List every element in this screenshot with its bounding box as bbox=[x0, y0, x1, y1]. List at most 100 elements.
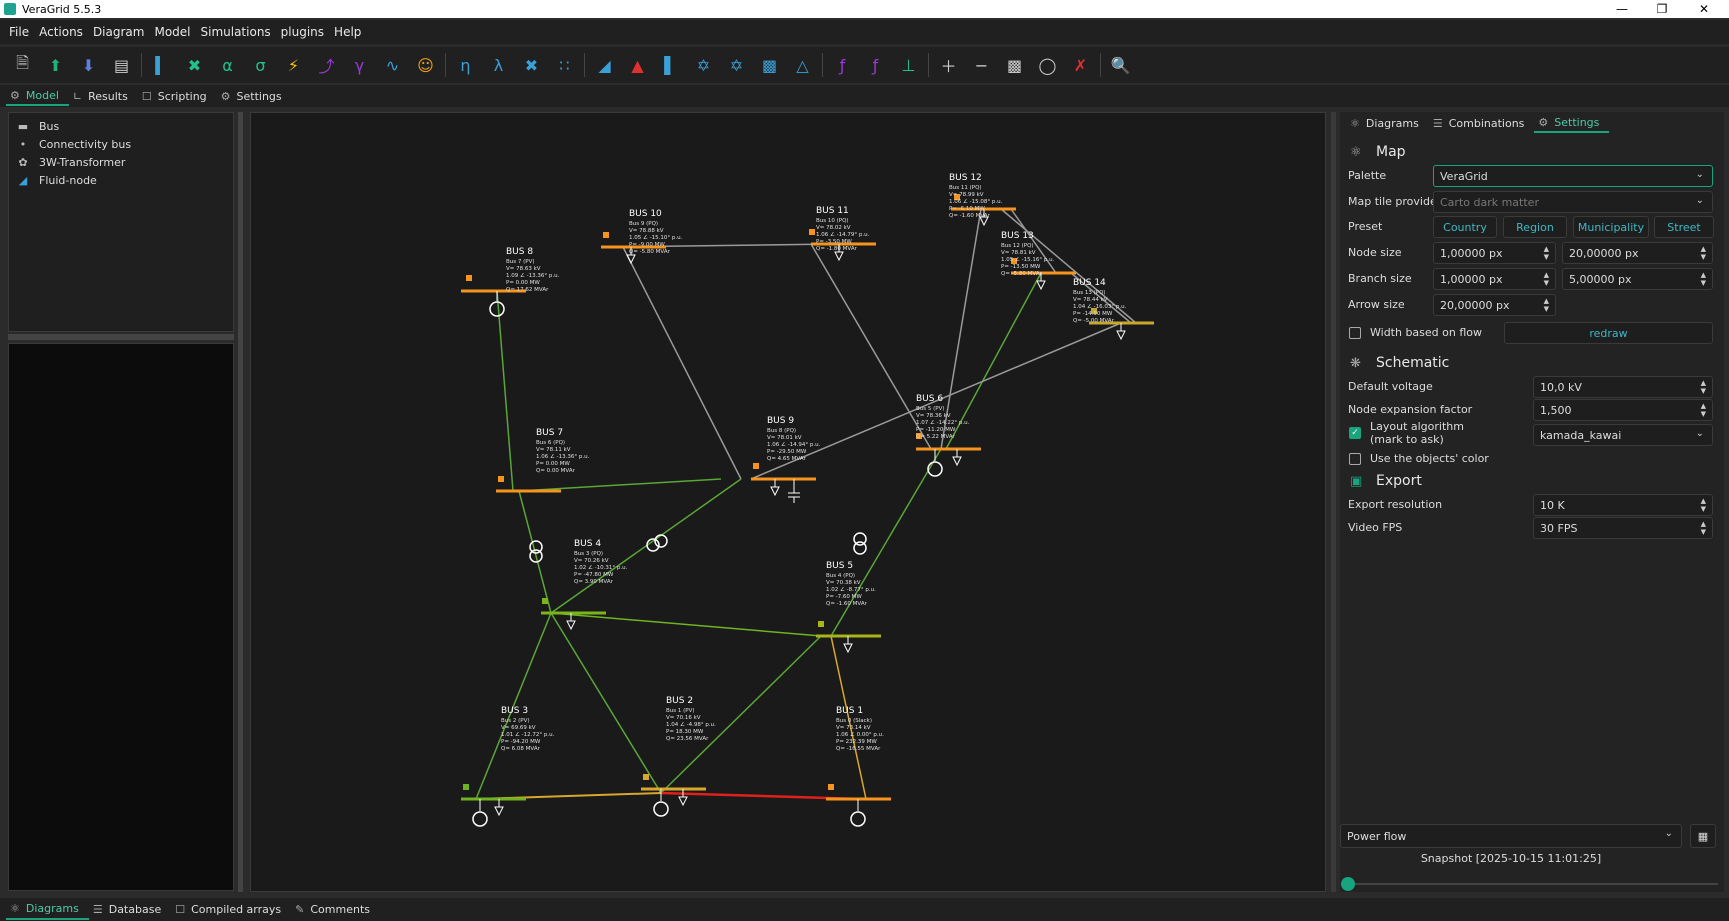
user-icon[interactable]: ☺ bbox=[409, 50, 442, 80]
bus-handle[interactable] bbox=[818, 621, 824, 627]
generator-icon[interactable] bbox=[927, 449, 943, 477]
vertical-splitter[interactable] bbox=[1331, 112, 1336, 892]
menu-plugins[interactable]: plugins bbox=[276, 25, 329, 39]
search-diagram-icon[interactable]: 🔍 bbox=[1104, 50, 1137, 80]
stats-icon[interactable]: ▩ bbox=[753, 50, 786, 80]
spin-arrows-icon[interactable]: ▲ ▼ bbox=[1701, 497, 1706, 513]
line-4-2[interactable] bbox=[550, 612, 662, 794]
tile-provider-select[interactable]: Carto dark matter ⌄ bbox=[1433, 191, 1713, 213]
layout-algorithm-checkbox[interactable]: ✓ bbox=[1349, 427, 1361, 439]
spin-arrows-icon[interactable]: ▲ ▼ bbox=[1544, 297, 1549, 313]
script-step-icon[interactable]: ƒ bbox=[859, 50, 892, 80]
alpha-icon[interactable]: α bbox=[211, 50, 244, 80]
select-region-icon[interactable]: ◯ bbox=[1031, 50, 1064, 80]
node-size-min-spinbox[interactable]: 1,00000 px ▲ ▼ bbox=[1433, 242, 1556, 264]
preset-street-button[interactable]: Street bbox=[1654, 216, 1714, 238]
minimize-button[interactable]: — bbox=[1602, 0, 1642, 18]
preset-municipality-button[interactable]: Municipality bbox=[1573, 216, 1649, 238]
snapshot-toggle-button[interactable]: ▦ bbox=[1690, 824, 1716, 848]
tab-comments[interactable]: ✎ Comments bbox=[291, 900, 380, 920]
branch-size-max-spinbox[interactable]: 5,00000 px ▲ ▼ bbox=[1562, 268, 1713, 290]
short-circuit-icon[interactable]: ✖ bbox=[178, 50, 211, 80]
line-11-6[interactable] bbox=[810, 243, 932, 450]
tab-database[interactable]: ☰ Database bbox=[89, 900, 171, 920]
node-expansion-spinbox[interactable]: 1,500 ▲ ▼ bbox=[1533, 399, 1713, 421]
bus-handle[interactable] bbox=[542, 598, 548, 604]
script-run-icon[interactable]: ƒ bbox=[826, 50, 859, 80]
tab-scripting[interactable]: ☐ Scripting bbox=[138, 86, 217, 106]
load-arrow-icon[interactable] bbox=[494, 799, 504, 817]
topology-icon[interactable]: ✡ bbox=[687, 50, 720, 80]
diagram-canvas[interactable]: BUS 1 Bus 0 (Slack) V= 73.14 kV 1.06 ∠ 0.00… bbox=[250, 112, 1326, 892]
bus-handle[interactable] bbox=[809, 229, 815, 235]
trafo-6-5[interactable] bbox=[830, 448, 942, 637]
spin-arrows-icon[interactable]: ▲ ▼ bbox=[1701, 245, 1706, 261]
sigma-icon[interactable]: σ bbox=[244, 50, 277, 80]
time-slider-handle[interactable] bbox=[1341, 877, 1355, 891]
spin-arrows-icon[interactable]: ▲ ▼ bbox=[1701, 379, 1706, 395]
line-7-9[interactable] bbox=[518, 478, 722, 492]
node-size-max-spinbox[interactable]: 20,00000 px ▲ ▼ bbox=[1562, 242, 1713, 264]
branch-size-min-spinbox[interactable]: 1,00000 px ▲ ▼ bbox=[1433, 268, 1556, 290]
load-arrow-icon[interactable] bbox=[770, 479, 780, 497]
transformer-icon[interactable] bbox=[529, 540, 543, 563]
time-slider-track[interactable] bbox=[1348, 883, 1718, 885]
vertical-splitter[interactable] bbox=[238, 112, 243, 892]
grid-network-icon[interactable]: ∷ bbox=[548, 50, 581, 80]
arrow-size-spinbox[interactable]: 20,00000 px ▲ ▼ bbox=[1433, 294, 1556, 316]
area-chart-icon[interactable]: △ bbox=[786, 50, 819, 80]
bus-handle[interactable] bbox=[498, 476, 504, 482]
zoom-in-icon[interactable]: ＋ bbox=[932, 50, 965, 80]
fit-view-icon[interactable]: ▩ bbox=[998, 50, 1031, 80]
preset-country-button[interactable]: Country bbox=[1433, 216, 1497, 238]
load-arrow-icon[interactable] bbox=[843, 636, 853, 654]
bus-handle[interactable] bbox=[828, 784, 834, 790]
spin-arrows-icon[interactable]: ▲ ▼ bbox=[1701, 402, 1706, 418]
menu-actions[interactable]: Actions bbox=[34, 25, 88, 39]
library-item-fluid-node[interactable]: ◢ Fluid-node bbox=[9, 171, 233, 189]
menu-help[interactable]: Help bbox=[329, 25, 366, 39]
video-fps-spinbox[interactable]: 30 FPS ▲ ▼ bbox=[1533, 517, 1713, 539]
spin-arrows-icon[interactable]: ▲ ▼ bbox=[1701, 271, 1706, 287]
menu-model[interactable]: Model bbox=[149, 25, 195, 39]
width-based-on-flow-checkbox[interactable] bbox=[1349, 327, 1361, 339]
menu-diagram[interactable]: Diagram bbox=[88, 25, 150, 39]
bars-icon[interactable]: ▌ bbox=[654, 50, 687, 80]
preset-region-button[interactable]: Region bbox=[1503, 216, 1567, 238]
menu-simulations[interactable]: Simulations bbox=[196, 25, 276, 39]
tab-model[interactable]: ⚙ Model bbox=[6, 86, 69, 106]
eta-icon[interactable]: η bbox=[449, 50, 482, 80]
library-item-bus[interactable]: ▬ Bus bbox=[9, 117, 233, 135]
load-arrow-icon[interactable] bbox=[952, 449, 962, 467]
tab-diagrams[interactable]: ⚛ Diagrams bbox=[1346, 113, 1429, 133]
load-arrow-icon[interactable] bbox=[1116, 323, 1126, 341]
bus-handle[interactable] bbox=[603, 232, 609, 238]
save-download-icon[interactable]: ⬇ bbox=[72, 50, 105, 80]
transformer-icon[interactable] bbox=[853, 532, 867, 555]
line-chart-icon[interactable]: ◢ bbox=[588, 50, 621, 80]
layout-algorithm-select[interactable]: kamada_kawai ⌄ bbox=[1533, 424, 1713, 446]
line-4-5[interactable] bbox=[550, 612, 822, 637]
library-item-3w-transformer[interactable]: ✿ 3W-Transformer bbox=[9, 153, 233, 171]
open-upload-icon[interactable]: ⬆ bbox=[39, 50, 72, 80]
simulation-select[interactable]: Power flow ⌄ bbox=[1340, 824, 1682, 848]
redraw-button[interactable]: redraw bbox=[1504, 322, 1713, 344]
shunt-icon[interactable] bbox=[788, 479, 800, 503]
bus-handle[interactable] bbox=[753, 463, 759, 469]
zoom-out-icon[interactable]: − bbox=[965, 50, 998, 80]
generator-icon[interactable] bbox=[489, 291, 505, 317]
tab-compiled-arrays[interactable]: ☐ Compiled arrays bbox=[171, 900, 291, 920]
export-resolution-spinbox[interactable]: 10 K ▲ ▼ bbox=[1533, 494, 1713, 516]
grid-diagram[interactable]: BUS 1 Bus 0 (Slack)V= 73.14 kV1.06 ∠ 0.00… bbox=[251, 113, 1326, 892]
mountain-icon[interactable]: ▲ bbox=[621, 50, 654, 80]
line-8-7[interactable] bbox=[496, 290, 514, 492]
tab-settings[interactable]: ⚙ Settings bbox=[217, 86, 292, 106]
use-objects-color-checkbox[interactable] bbox=[1349, 453, 1361, 465]
restore-button[interactable]: ❐ bbox=[1642, 0, 1682, 18]
library-item-connectivity-bus[interactable]: • Connectivity bus bbox=[9, 135, 233, 153]
palette-select[interactable]: VeraGrid ⌄ bbox=[1433, 165, 1713, 187]
tab-combinations[interactable]: ☰ Combinations bbox=[1429, 113, 1535, 133]
generator-icon[interactable] bbox=[472, 799, 488, 827]
bus-handle[interactable] bbox=[643, 774, 649, 780]
bus-handle[interactable] bbox=[463, 784, 469, 790]
